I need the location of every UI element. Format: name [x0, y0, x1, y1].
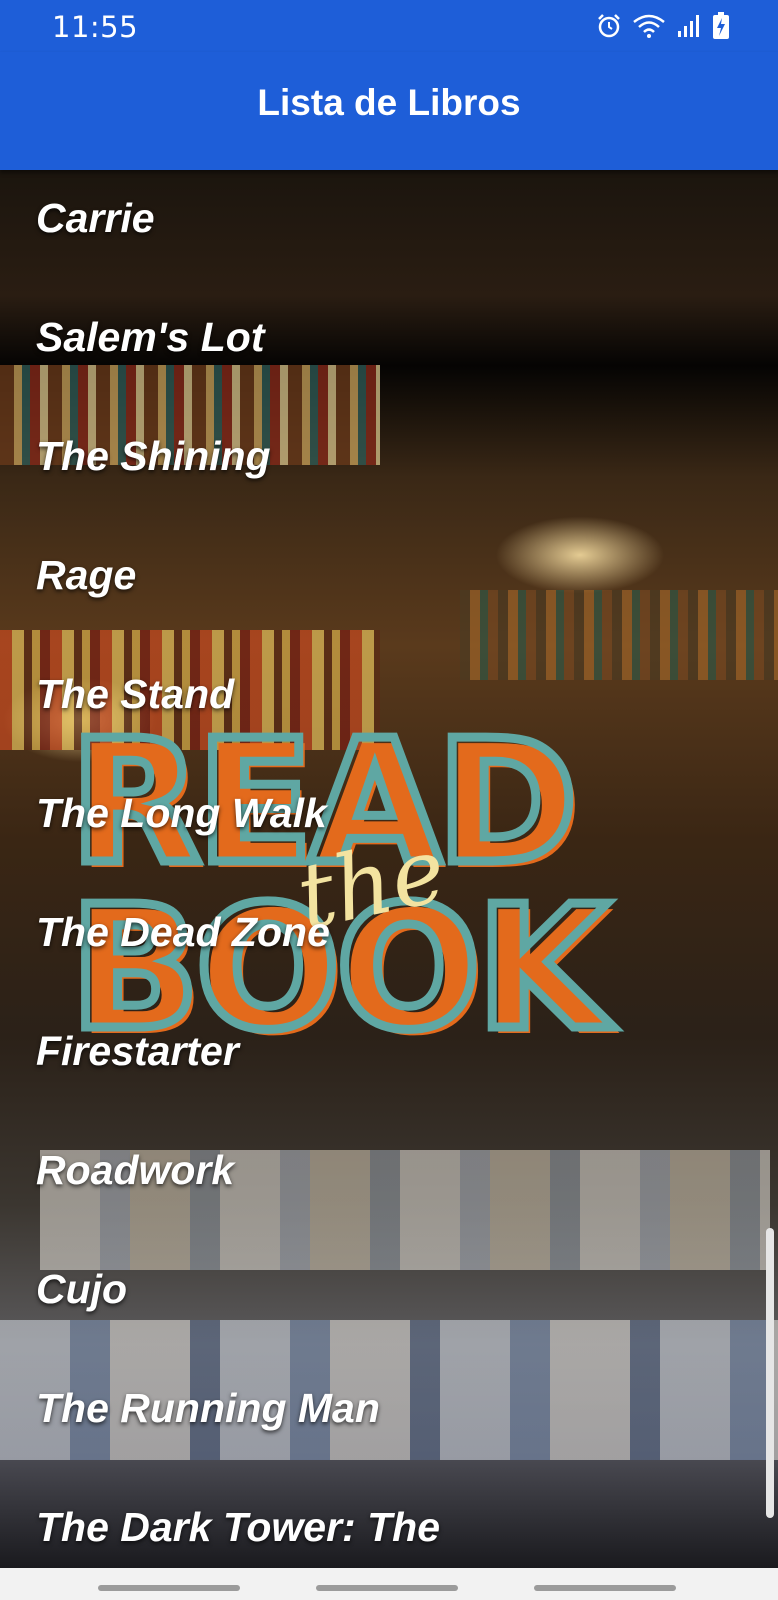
list-item[interactable]: Cujo — [0, 1241, 778, 1360]
signal-icon — [678, 15, 699, 37]
book-list-view[interactable]: READ READ BOOK BOOK the Carrie Salem's Lo… — [0, 170, 778, 1568]
list-item[interactable]: Salem's Lot — [0, 289, 778, 408]
book-title: Rage — [36, 552, 137, 598]
book-title: The Dark Tower: The — [36, 1504, 440, 1550]
status-time: 11:55 — [52, 10, 139, 44]
book-title: Roadwork — [36, 1147, 235, 1193]
book-title: Firestarter — [36, 1028, 239, 1074]
scrollbar[interactable] — [766, 1228, 774, 1518]
book-title: The Stand — [36, 671, 235, 717]
recent-apps-button[interactable] — [98, 1585, 240, 1591]
book-title: Salem's Lot — [36, 314, 265, 360]
book-title: The Long Walk — [36, 790, 327, 836]
book-title: The Shining — [36, 433, 271, 479]
list-item[interactable]: The Shining — [0, 408, 778, 527]
status-bar: 11:55 — [0, 0, 778, 52]
list-item[interactable]: Rage — [0, 527, 778, 646]
book-list: Carrie Salem's Lot The Shining Rage The Stan… — [0, 170, 778, 1568]
app-bar: Lista de Libros — [0, 52, 778, 170]
list-item[interactable]: The Running Man — [0, 1360, 778, 1479]
list-item[interactable]: Roadwork — [0, 1122, 778, 1241]
status-icons — [596, 12, 730, 40]
list-item[interactable]: The Stand — [0, 646, 778, 765]
page-title: Lista de Libros — [257, 82, 521, 123]
back-button[interactable] — [534, 1585, 676, 1591]
book-title: Carrie — [36, 195, 155, 241]
book-title: The Running Man — [36, 1385, 380, 1431]
alarm-icon — [598, 14, 620, 38]
book-title: Cujo — [36, 1266, 128, 1312]
list-item[interactable]: The Dark Tower: The — [0, 1479, 778, 1568]
list-item[interactable]: Carrie — [0, 170, 778, 289]
list-item[interactable]: The Long Walk — [0, 765, 778, 884]
home-button[interactable] — [316, 1585, 458, 1591]
list-item[interactable]: The Dead Zone — [0, 884, 778, 1003]
battery-charging-icon — [713, 12, 729, 39]
navigation-bar — [0, 1568, 778, 1600]
book-title: The Dead Zone — [36, 909, 330, 955]
wifi-icon — [633, 14, 665, 38]
list-item[interactable]: Firestarter — [0, 1003, 778, 1122]
